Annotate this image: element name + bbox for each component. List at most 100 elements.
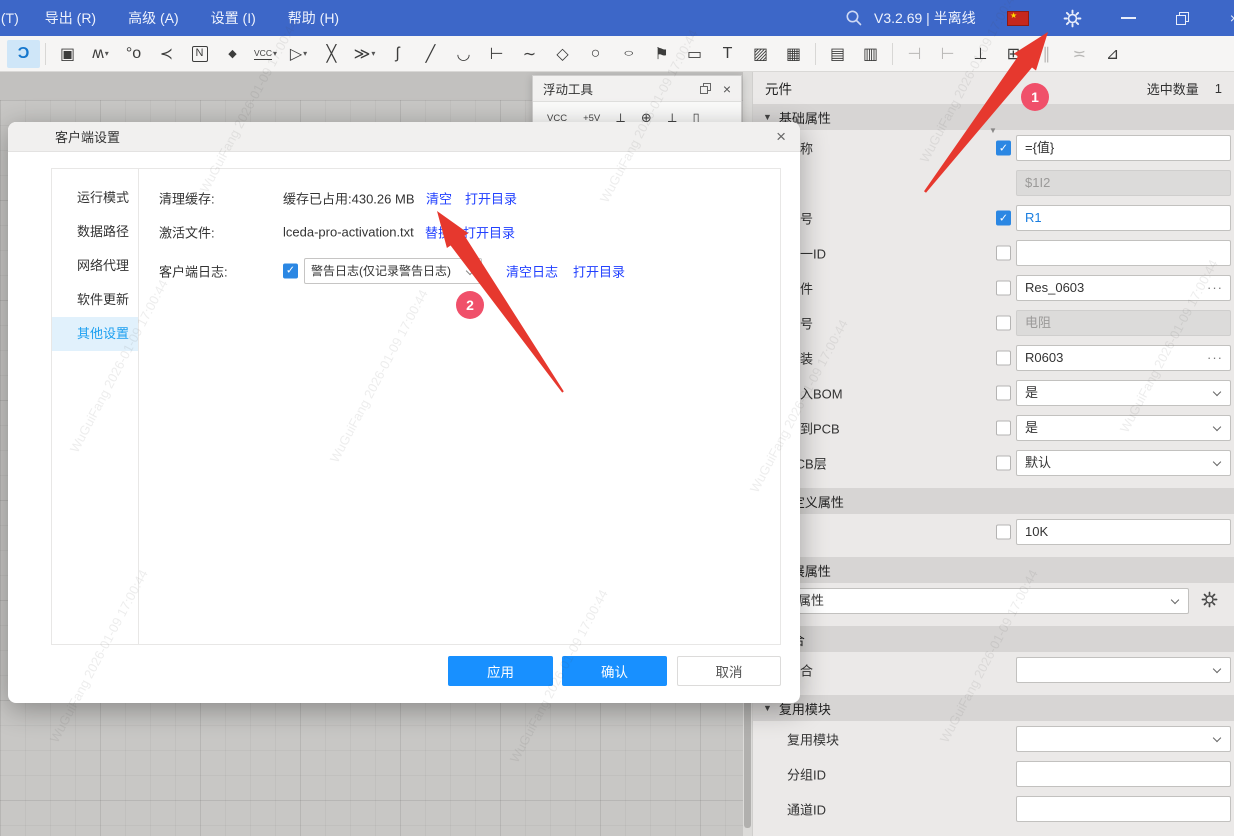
confirm-button[interactable]: 确认 bbox=[562, 656, 667, 686]
bus-tool[interactable]: ≫▾ bbox=[348, 40, 381, 68]
property-checkbox[interactable] bbox=[996, 245, 1011, 260]
section-header-1[interactable]: ▼自定义属性 bbox=[753, 488, 1234, 514]
line-tool[interactable]: ╱ bbox=[414, 40, 447, 68]
curve-tool[interactable]: ∼ bbox=[513, 40, 546, 68]
power-vcc-tool[interactable]: VCC▾ bbox=[249, 40, 282, 68]
property-select[interactable]: 是 bbox=[1016, 380, 1231, 406]
property-checkbox[interactable] bbox=[996, 280, 1011, 295]
net-flag-tool[interactable]: ≺ bbox=[150, 40, 183, 68]
property-select[interactable]: 默认 bbox=[1016, 450, 1231, 476]
junction-tool[interactable]: ◆ bbox=[216, 40, 249, 68]
more-options-icon[interactable]: ··· bbox=[1207, 276, 1223, 300]
text-tool[interactable]: T bbox=[711, 40, 744, 68]
property-input[interactable] bbox=[1016, 761, 1231, 787]
menu-item-1[interactable]: 高级 (A) bbox=[115, 0, 192, 36]
property-gear-icon[interactable] bbox=[1201, 591, 1218, 611]
arc-tool[interactable]: ◡ bbox=[447, 40, 480, 68]
property-checkbox[interactable]: ✓ bbox=[996, 140, 1011, 155]
floating-panel-titlebar[interactable]: 浮动工具 × bbox=[533, 76, 741, 102]
property-label: 分组ID bbox=[787, 764, 826, 783]
replace-file-link[interactable]: 替换 bbox=[425, 223, 451, 242]
align-bottom-tool[interactable]: ⊥ bbox=[964, 40, 997, 68]
property-input[interactable]: Res_0603··· bbox=[1016, 275, 1231, 301]
dialog-close-icon[interactable]: × bbox=[776, 128, 786, 145]
no-connect-tool[interactable]: ╳ bbox=[315, 40, 348, 68]
diamond-tool[interactable]: ◇ bbox=[546, 40, 579, 68]
net-port-tool-glyph: °o bbox=[126, 45, 141, 63]
property-checkbox[interactable] bbox=[996, 420, 1011, 435]
menu-item-clipped[interactable]: 出 (T) bbox=[0, 0, 32, 36]
log-checkbox[interactable]: ✓ bbox=[283, 264, 298, 279]
log-level-select[interactable]: 警告日志(仅记录警告日志) bbox=[304, 258, 482, 284]
section-header-4[interactable]: ▼复用模块 bbox=[753, 695, 1234, 721]
property-select[interactable]: 是 bbox=[1016, 415, 1231, 441]
property-input[interactable]: R0603··· bbox=[1016, 345, 1231, 371]
open-log-dir-link[interactable]: 打开目录 bbox=[573, 262, 625, 281]
place-component-tool[interactable]: ▣ bbox=[51, 40, 84, 68]
symbol-lib-tool[interactable]: ▤ bbox=[821, 40, 854, 68]
search-icon[interactable] bbox=[841, 0, 867, 36]
panel-header: 元件 选中数量 1 bbox=[753, 72, 1234, 104]
property-checkbox[interactable] bbox=[996, 350, 1011, 365]
rectangle-tool[interactable]: ▭ bbox=[678, 40, 711, 68]
minimize-button[interactable] bbox=[1119, 0, 1137, 36]
property-select[interactable] bbox=[1016, 726, 1231, 752]
dialog-sidebar-item-3[interactable]: 软件更新 bbox=[52, 283, 138, 317]
place-resistor-tool[interactable]: ʍ▾ bbox=[84, 40, 117, 68]
mirror-tool[interactable]: ⊿ bbox=[1096, 40, 1129, 68]
activation-file-name: lceda-pro-activation.txt bbox=[283, 225, 414, 240]
activation-row: 激活文件: lceda-pro-activation.txt 替换 打开目录 bbox=[52, 217, 780, 247]
property-input[interactable] bbox=[1016, 796, 1231, 822]
probe-tool[interactable]: ʃ bbox=[381, 40, 414, 68]
restore-button[interactable] bbox=[1174, 0, 1190, 36]
section-header-3[interactable]: ▼组合 bbox=[753, 626, 1234, 652]
device-lib-tool[interactable]: ▥ bbox=[854, 40, 887, 68]
table-tool[interactable]: ▦ bbox=[777, 40, 810, 68]
apply-button[interactable]: 应用 bbox=[448, 656, 553, 686]
clear-log-link[interactable]: 清空日志 bbox=[506, 262, 558, 281]
chevron-down-icon: ▾ bbox=[273, 49, 277, 58]
circle-tool[interactable]: ○ bbox=[579, 40, 612, 68]
menu-item-2[interactable]: 设置 (I) bbox=[198, 0, 269, 36]
property-input[interactable] bbox=[1016, 240, 1231, 266]
port-tool[interactable]: ▷▾ bbox=[282, 40, 315, 68]
section-header-2[interactable]: ▼扩展属性 bbox=[753, 557, 1234, 583]
menu-item-0[interactable]: 导出 (R) bbox=[32, 0, 109, 36]
net-label-tool[interactable]: N bbox=[183, 40, 216, 68]
close-button[interactable]: × bbox=[1227, 0, 1234, 36]
property-select[interactable] bbox=[1016, 657, 1231, 683]
open-cache-dir-link[interactable]: 打开目录 bbox=[465, 189, 517, 208]
settings-gear-icon[interactable] bbox=[1061, 0, 1083, 36]
menu-item-3[interactable]: 帮助 (H) bbox=[275, 0, 352, 36]
property-input[interactable]: R1 bbox=[1016, 205, 1231, 231]
property-checkbox[interactable] bbox=[996, 385, 1011, 400]
language-flag-icon[interactable]: ★ bbox=[1007, 0, 1029, 36]
log-level-value: 警告日志(仅记录警告日志) bbox=[311, 264, 451, 278]
property-select[interactable]: 添加属性 bbox=[763, 588, 1189, 614]
align-grid-tool[interactable]: ⊞ bbox=[997, 40, 1030, 68]
flag-frame-tool[interactable]: ⚑ bbox=[645, 40, 678, 68]
image-tool[interactable]: ▨ bbox=[744, 40, 777, 68]
ellipse-tool[interactable]: ○ bbox=[612, 40, 645, 68]
property-checkbox[interactable] bbox=[996, 315, 1011, 330]
property-checkbox[interactable]: ✓ bbox=[996, 210, 1011, 225]
cancel-button[interactable]: 取消 bbox=[677, 656, 781, 686]
open-activation-dir-link[interactable]: 打开目录 bbox=[463, 223, 515, 242]
float-panel-close-icon[interactable]: × bbox=[723, 81, 731, 97]
wire-tool[interactable]: Ɔ bbox=[7, 40, 40, 68]
clear-cache-link[interactable]: 清空 bbox=[426, 189, 452, 208]
probe-tool-glyph: ʃ bbox=[396, 45, 400, 63]
dialog-titlebar[interactable]: 客户端设置 × bbox=[8, 122, 800, 152]
property-checkbox[interactable] bbox=[996, 455, 1011, 470]
toolbar-separator bbox=[45, 43, 46, 65]
collapse-triangle-icon: ▼ bbox=[763, 112, 772, 122]
property-row: 名称✓={值} bbox=[753, 130, 1234, 165]
property-input[interactable]: ={值} bbox=[1016, 135, 1231, 161]
dialog-sidebar-item-4[interactable]: 其他设置 bbox=[52, 317, 138, 351]
property-input[interactable]: 10K bbox=[1016, 519, 1231, 545]
net-port-tool[interactable]: °o bbox=[117, 40, 150, 68]
float-panel-restore-icon[interactable] bbox=[700, 83, 711, 94]
more-options-icon[interactable]: ··· bbox=[1207, 346, 1223, 370]
property-checkbox[interactable] bbox=[996, 524, 1011, 539]
pin-tool[interactable]: ⊢ bbox=[480, 40, 513, 68]
